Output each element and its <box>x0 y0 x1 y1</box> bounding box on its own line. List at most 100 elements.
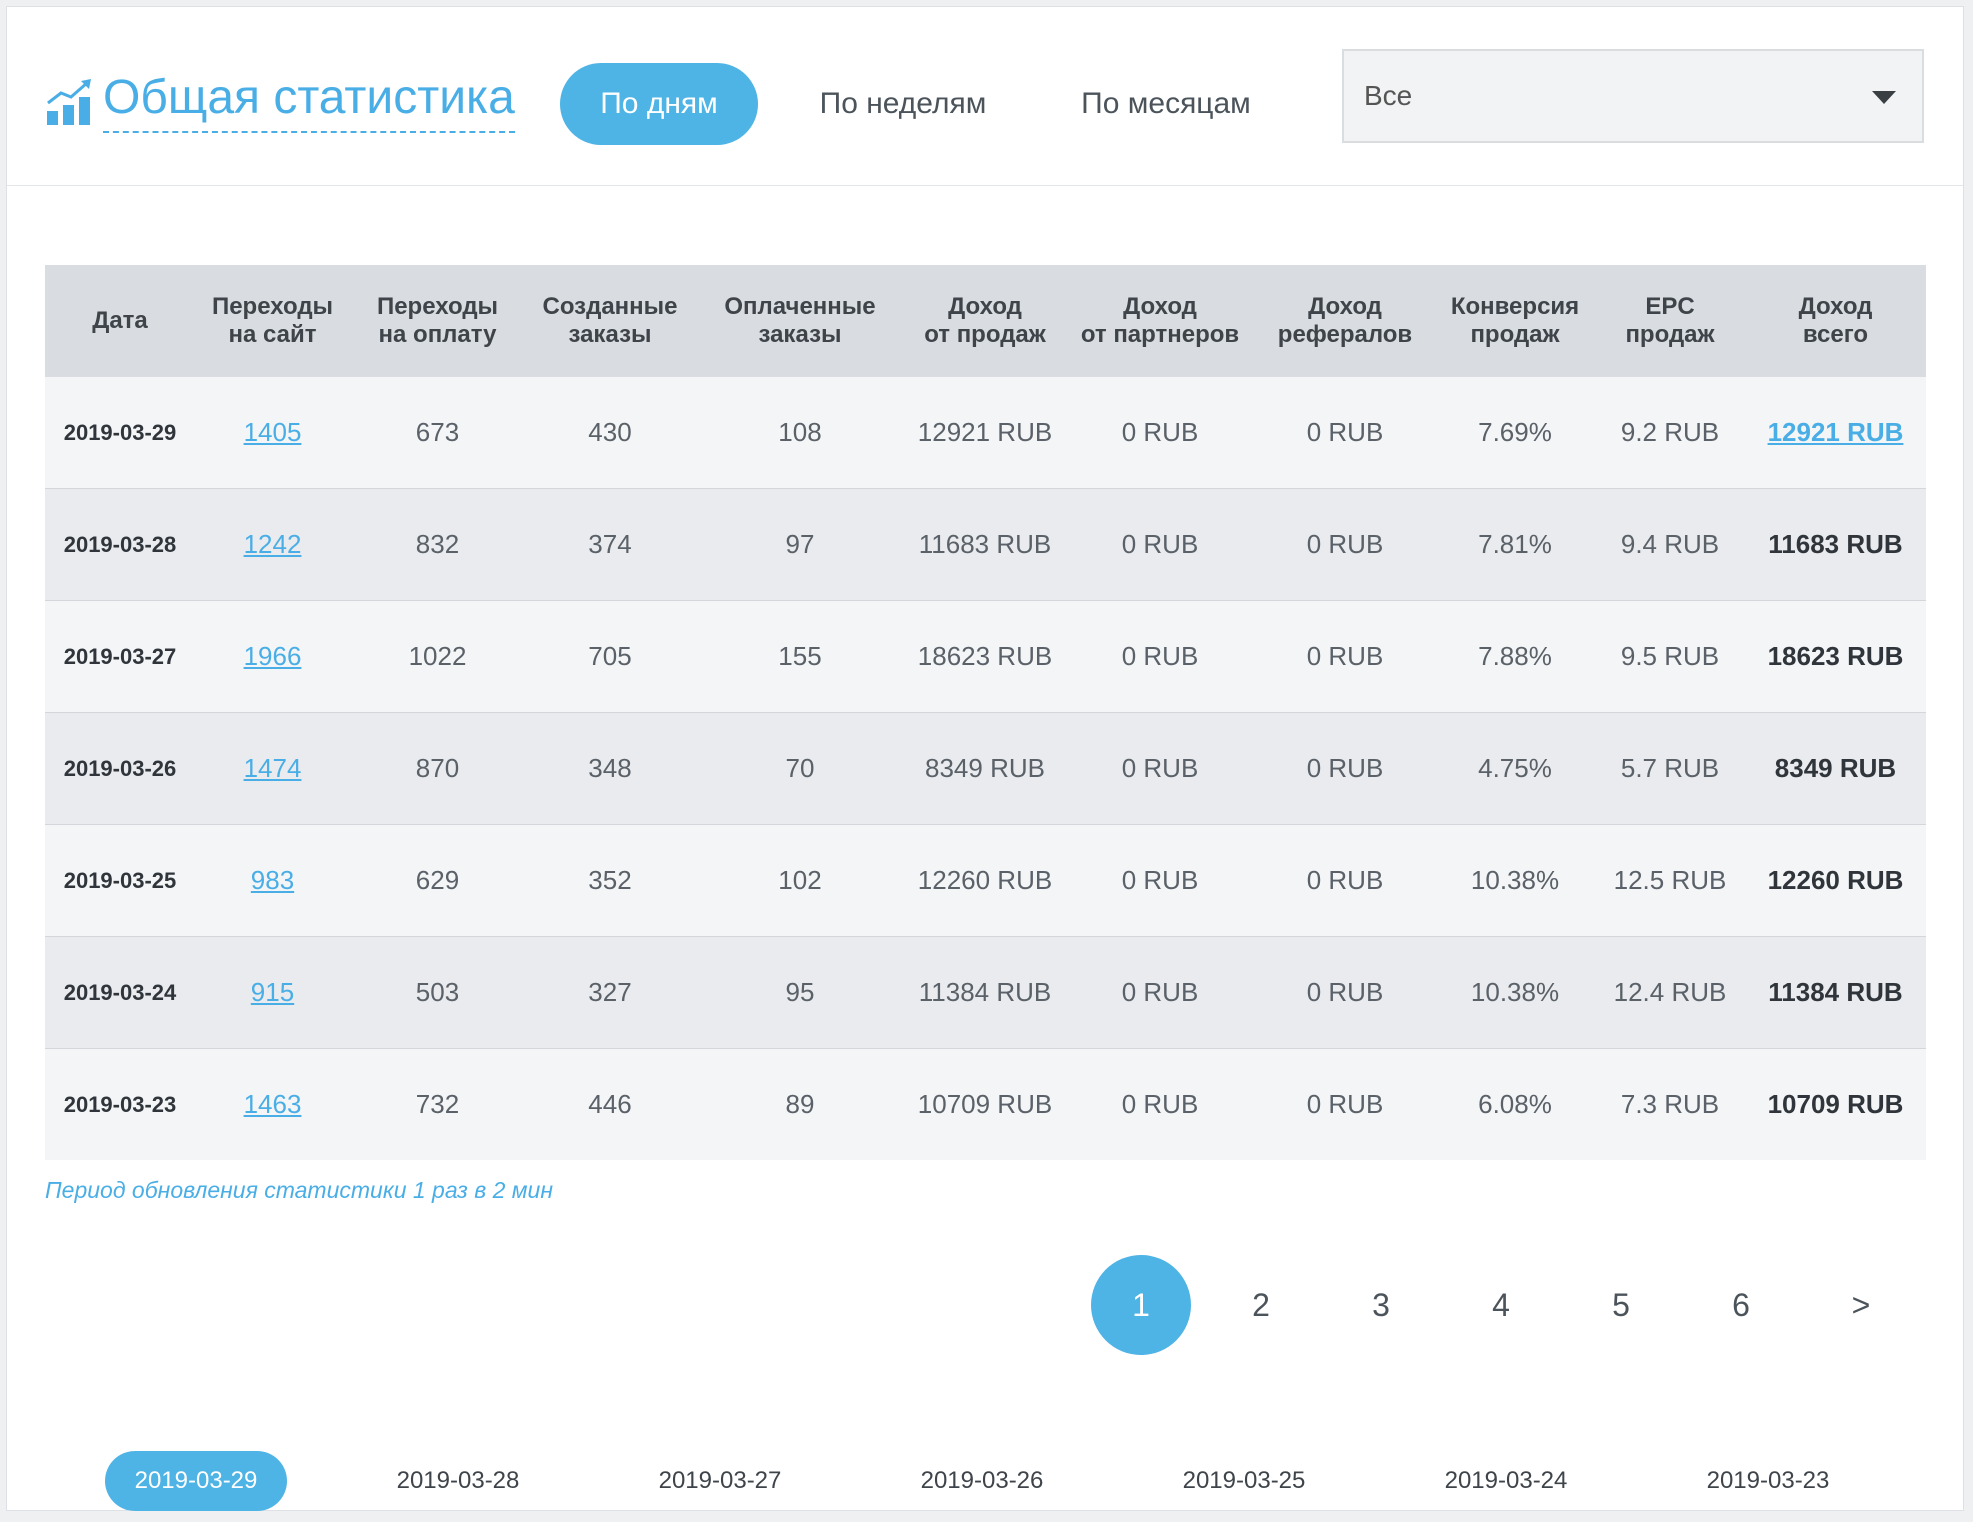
cell-partner-income: 0 RUB <box>1065 600 1255 713</box>
column-header-line: EPC <box>1645 293 1695 320</box>
cell-total-income: 11683 RUB <box>1745 488 1926 601</box>
cell-payment-visits: 870 <box>350 712 525 825</box>
cell-referral-income: 0 RUB <box>1255 600 1435 713</box>
cell-partner-income: 0 RUB <box>1065 936 1255 1049</box>
cell-visits: 915 <box>195 936 350 1049</box>
column-header-line: на оплату <box>378 321 497 348</box>
date-tab[interactable]: 2019-03-25 <box>1153 1451 1335 1511</box>
date-tab[interactable]: 2019-03-29 <box>105 1451 287 1511</box>
cell-total-income: 10709 RUB <box>1745 1048 1926 1160</box>
cell-visits: 983 <box>195 824 350 937</box>
filter-select[interactable]: Все <box>1342 49 1924 143</box>
tab-by-days[interactable]: По дням <box>560 63 758 145</box>
column-header-line: на сайт <box>228 321 317 348</box>
cell-referral-income: 0 RUB <box>1255 936 1435 1049</box>
date-tab[interactable]: 2019-03-26 <box>891 1451 1073 1511</box>
column-header-line: от партнеров <box>1080 321 1240 348</box>
cell-total-income: 8349 RUB <box>1745 712 1926 825</box>
cell-created-orders: 348 <box>525 712 695 825</box>
visits-link[interactable]: 1463 <box>244 1089 302 1119</box>
column-header-line: заказы <box>568 321 652 348</box>
cell-sales-income: 12921 RUB <box>905 377 1065 489</box>
visits-link[interactable]: 983 <box>251 865 294 895</box>
column-header-line: Переходы <box>376 293 499 320</box>
visits-link[interactable]: 1242 <box>244 529 302 559</box>
cell-visits: 1966 <box>195 600 350 713</box>
column-header-line: заказы <box>758 321 842 348</box>
next-page-button[interactable]: > <box>1811 1255 1911 1355</box>
cell-conversion: 10.38% <box>1435 824 1595 937</box>
table-row: 2019-03-26 1474 870 348 70 8349 RUB 0 RUB 0 RUB… <box>45 712 1926 825</box>
chevron-down-icon <box>1872 91 1896 104</box>
cell-date: 2019-03-27 <box>45 600 195 713</box>
cell-visits: 1242 <box>195 488 350 601</box>
cell-paid-orders: 95 <box>695 936 905 1049</box>
visits-link[interactable]: 915 <box>251 977 294 1007</box>
page-button[interactable]: 1 <box>1091 1255 1191 1355</box>
cell-date: 2019-03-29 <box>45 377 195 489</box>
page-button[interactable]: 5 <box>1571 1255 1671 1355</box>
cell-date: 2019-03-28 <box>45 488 195 601</box>
cell-paid-orders: 97 <box>695 488 905 601</box>
date-tab[interactable]: 2019-03-28 <box>367 1451 549 1511</box>
column-header-line: Доход <box>1123 293 1197 320</box>
tab-by-months[interactable]: По месяцам <box>1059 63 1273 145</box>
cell-epc: 7.3 RUB <box>1595 1048 1745 1160</box>
cell-partner-income: 0 RUB <box>1065 488 1255 601</box>
cell-partner-income: 0 RUB <box>1065 712 1255 825</box>
table-row: 2019-03-27 1966 1022 705 155 18623 RUB 0 RUB 0 … <box>45 600 1926 713</box>
visits-link[interactable]: 1966 <box>244 641 302 671</box>
cell-sales-income: 11384 RUB <box>905 936 1065 1049</box>
visits-link[interactable]: 1405 <box>244 417 302 447</box>
chart-icon <box>47 79 91 125</box>
page-button[interactable]: 6 <box>1691 1255 1791 1355</box>
table-row: 2019-03-25 983 629 352 102 12260 RUB 0 RUB 0 RU… <box>45 824 1926 937</box>
cell-total-income: 11384 RUB <box>1745 936 1926 1049</box>
statistics-panel: Общая статистика По дням По неделям По м… <box>6 6 1964 1511</box>
column-header-line: рефералов <box>1277 321 1413 348</box>
cell-created-orders: 327 <box>525 936 695 1049</box>
statistics-header: Общая статистика По дням По неделям По м… <box>7 7 1963 186</box>
page-title[interactable]: Общая статистика <box>103 69 515 133</box>
cell-conversion: 4.75% <box>1435 712 1595 825</box>
cell-paid-orders: 89 <box>695 1048 905 1160</box>
column-header-partner-income: Доход от партнеров <box>1065 265 1255 377</box>
cell-epc: 9.5 RUB <box>1595 600 1745 713</box>
page-button[interactable]: 3 <box>1331 1255 1431 1355</box>
column-header-line: Доход <box>948 293 1022 320</box>
date-tab[interactable]: 2019-03-27 <box>629 1451 811 1511</box>
cell-visits: 1474 <box>195 712 350 825</box>
tab-by-weeks[interactable]: По неделям <box>795 63 1011 145</box>
cell-payment-visits: 1022 <box>350 600 525 713</box>
cell-conversion: 7.88% <box>1435 600 1595 713</box>
cell-payment-visits: 673 <box>350 377 525 489</box>
column-header-line: Доход <box>1308 293 1382 320</box>
cell-epc: 9.4 RUB <box>1595 488 1745 601</box>
date-tab[interactable]: 2019-03-23 <box>1677 1451 1859 1511</box>
page-button[interactable]: 4 <box>1451 1255 1551 1355</box>
column-header-epc: EPC продаж <box>1595 265 1745 377</box>
column-header-payment-visits: Переходы на оплату <box>350 265 525 377</box>
column-header-referral-income: Доход рефералов <box>1255 265 1435 377</box>
cell-referral-income: 0 RUB <box>1255 377 1435 489</box>
page-button[interactable]: 2 <box>1211 1255 1311 1355</box>
cell-referral-income: 0 RUB <box>1255 488 1435 601</box>
column-header-line: Дата <box>92 307 148 334</box>
column-header-line: всего <box>1802 321 1869 348</box>
cell-referral-income: 0 RUB <box>1255 1048 1435 1160</box>
cell-paid-orders: 155 <box>695 600 905 713</box>
cell-total-income: 12260 RUB <box>1745 824 1926 937</box>
column-header-visits: Переходы на сайт <box>195 265 350 377</box>
date-tab[interactable]: 2019-03-24 <box>1415 1451 1597 1511</box>
cell-conversion: 6.08% <box>1435 1048 1595 1160</box>
column-header-date: Дата <box>45 265 195 377</box>
cell-payment-visits: 629 <box>350 824 525 937</box>
table-header-row: Дата Переходы на сайт Переходы на оплату Созд… <box>45 265 1926 377</box>
column-header-line: Оплаченные <box>724 293 876 320</box>
cell-epc: 12.5 RUB <box>1595 824 1745 937</box>
cell-partner-income: 0 RUB <box>1065 1048 1255 1160</box>
cell-total-income: 18623 RUB <box>1745 600 1926 713</box>
visits-link[interactable]: 1474 <box>244 753 302 783</box>
total-income-link[interactable]: 12921 RUB <box>1768 417 1904 447</box>
cell-payment-visits: 732 <box>350 1048 525 1160</box>
